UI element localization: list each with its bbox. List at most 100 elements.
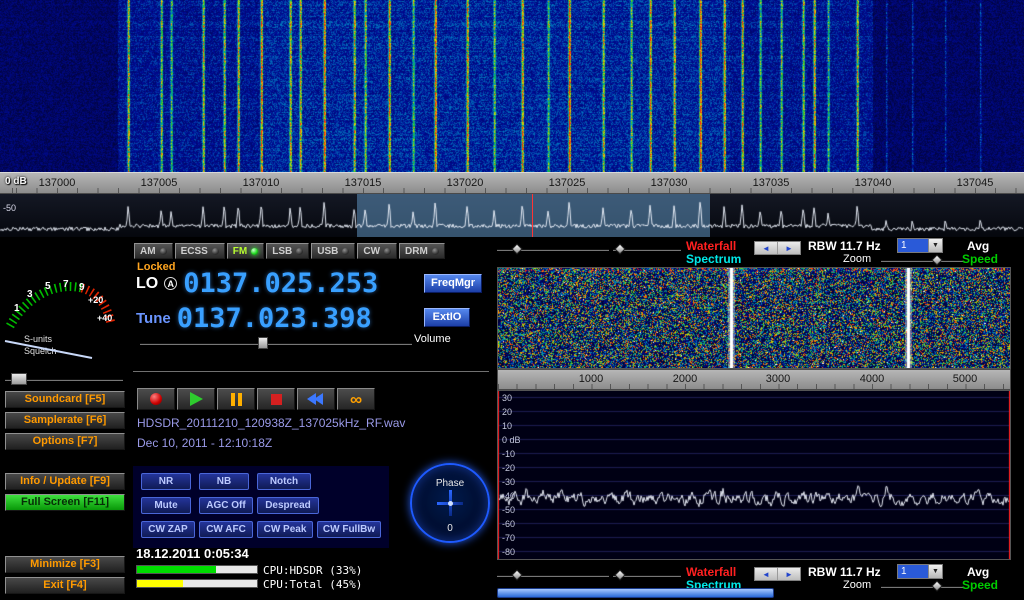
avg-select[interactable]: 1 ▼ [897,238,943,253]
fullscreen-button[interactable]: Full Screen [F11] [5,494,125,511]
cpu-hdsdr-bar [136,565,258,574]
squelch-slider[interactable] [5,378,123,381]
mode-button-fm[interactable]: FM [227,243,264,259]
recording-file-date: Dec 10, 2011 - 12:10:18Z [137,436,272,450]
play-icon [190,392,203,406]
cpu-total-text: CPU:Total (45%) [263,578,362,591]
zoom-slider-thumb[interactable] [931,254,942,265]
cw-afc-button[interactable]: CW AFC [199,521,253,538]
stop-button[interactable] [257,388,295,410]
rf-waterfall-frame [497,267,1011,369]
dropdown-arrow-icon[interactable]: ▼ [928,565,942,578]
volume-slider[interactable] [140,342,412,345]
s-meter-scale-green [10,287,82,326]
waterfall-contrast-slider[interactable] [613,248,681,251]
record-icon [150,393,162,405]
waterfall-mode-label[interactable]: Waterfall [686,239,736,253]
mode-button-row: AM ECSS FM LSB USB CW DRM [134,243,445,259]
mode-button-lsb[interactable]: LSB [266,243,309,259]
pan-left-icon[interactable]: ◄ [755,242,778,254]
rewind-button[interactable] [297,388,335,410]
mode-button-am[interactable]: AM [134,243,173,259]
mode-button-cw[interactable]: CW [357,243,397,259]
phase-value: 0 [412,523,488,534]
slider-thumb[interactable] [614,243,625,254]
pause-icon [231,393,242,406]
rf-spectrum-frame[interactable]: 30 20 10 0 dB -10 -20 -30 -40 -50 -60 -7… [497,390,1011,560]
zoom-slider[interactable] [881,259,963,262]
mode-button-ecss[interactable]: ECSS [175,243,225,259]
spectrum-mode-label[interactable]: Spectrum [686,252,741,266]
main-waterfall-display[interactable] [0,0,1024,172]
mode-led-drm-icon [432,248,439,255]
rf-waterfall-display[interactable] [498,268,1010,368]
minimize-button[interactable]: Minimize [F3] [5,556,125,573]
agc-button[interactable]: AGC Off [199,497,253,514]
s-meter-tick-1: 1 [14,303,20,314]
cpu-hdsdr-text: CPU:HDSDR (33%) [263,564,362,577]
mode-led-usb-icon [342,248,349,255]
slider-thumb[interactable] [511,243,522,254]
freqmgr-button[interactable]: FreqMgr [424,274,482,293]
zoom-slider-bottom[interactable] [881,585,963,588]
samplerate-button[interactable]: Samplerate [F6] [5,412,125,429]
mode-button-drm[interactable]: DRM [399,243,445,259]
waterfall-brightness-slider-bottom[interactable] [497,574,609,577]
nr-button[interactable]: NR [141,473,191,490]
play-button[interactable] [177,388,215,410]
waterfall-brightness-slider[interactable] [497,248,609,251]
soundcard-button[interactable]: Soundcard [F5] [5,391,125,408]
zoom-label-bottom: Zoom [843,579,871,591]
options-button[interactable]: Options [F7] [5,433,125,450]
lo-frequency-value[interactable]: 0137.025.253 [183,270,378,297]
slider-thumb[interactable] [511,569,522,580]
cw-zap-button[interactable]: CW ZAP [141,521,195,538]
nb-button[interactable]: NB [199,473,249,490]
volume-slider-thumb[interactable] [258,337,268,349]
s-meter-tick-3: 3 [27,289,33,300]
exit-button[interactable]: Exit [F4] [5,577,125,594]
lo-lock-badge-icon[interactable]: A [164,277,177,290]
s-meter-tick-9: 9 [79,282,85,293]
pause-button[interactable] [217,388,255,410]
zoom-slider-thumb[interactable] [931,580,942,591]
mute-button[interactable]: Mute [141,497,191,514]
avg-select-value: 1 [898,565,928,578]
s-meter-tick-40: +40 [97,313,112,323]
slider-thumb[interactable] [614,569,625,580]
playback-controls: ∞ [137,388,375,410]
dropdown-arrow-icon[interactable]: ▼ [928,239,942,252]
extio-button[interactable]: ExtIO [424,308,470,327]
cpu-hdsdr-bar-fill [137,566,216,573]
mode-led-lsb-icon [296,248,303,255]
despread-button[interactable]: Despread [257,497,319,514]
cw-peak-button[interactable]: CW Peak [257,521,313,538]
mode-button-usb[interactable]: USB [311,243,355,259]
squelch-slider-thumb[interactable] [11,373,27,385]
frequency-scale[interactable]: 137000 137005 137010 137015 137020 13702… [0,172,1024,194]
info-update-button[interactable]: Info / Update [F9] [5,473,125,490]
main-spectrum-display[interactable]: -50 [0,194,1024,237]
pan-right-icon[interactable]: ► [778,568,800,580]
spectrum-pan-scrollbar[interactable] [497,588,774,598]
pan-left-icon[interactable]: ◄ [755,568,778,580]
rf-frequency-scale[interactable]: 1000 2000 3000 4000 5000 [497,369,1011,390]
waterfall-contrast-slider-bottom[interactable] [613,574,681,577]
mode-label-fm: FM [233,246,247,257]
s-meter: 1 3 5 7 9 +20 +40 S-units Squelch [2,242,128,368]
mode-label-drm: DRM [405,246,428,257]
panel-divider [133,371,489,372]
tune-frequency-value[interactable]: 0137.023.398 [177,305,372,332]
mode-label-lsb: LSB [272,246,292,257]
cpu-total-bar [136,579,258,588]
record-button[interactable] [137,388,175,410]
dsp-button-panel: NR NB Notch Mute AGC Off Despread CW ZAP… [133,466,389,548]
avg-label-bottom: Avg [967,565,989,579]
mode-label-cw: CW [363,246,380,257]
loop-button[interactable]: ∞ [337,388,375,410]
cw-fullbw-button[interactable]: CW FullBw [317,521,381,538]
avg-select-bottom[interactable]: 1 ▼ [897,564,943,579]
notch-button[interactable]: Notch [257,473,311,490]
pan-right-icon[interactable]: ► [778,242,800,254]
waterfall-mode-label-bottom[interactable]: Waterfall [686,565,736,579]
